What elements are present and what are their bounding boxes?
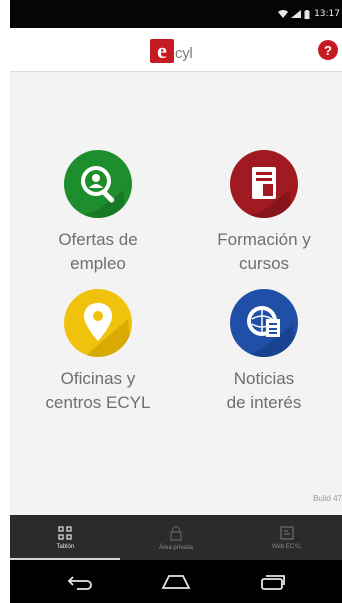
help-button[interactable]: ? — [318, 40, 338, 60]
tab-label: Tablón — [56, 543, 75, 550]
tab-area-privada[interactable]: Área privada — [121, 515, 232, 560]
back-button[interactable] — [60, 567, 100, 597]
tile-label: Formación y cursos — [217, 230, 311, 273]
battery-icon — [304, 9, 310, 19]
lock-icon — [170, 525, 182, 541]
home-button[interactable] — [156, 567, 196, 597]
app-bar: e cyl ? — [10, 28, 342, 72]
ecyl-logo: e cyl — [150, 38, 193, 64]
tab-label: Área privada — [158, 544, 194, 551]
system-nav-bar — [10, 560, 342, 603]
tile-formacion-cursos[interactable]: Formación y cursos — [184, 150, 342, 276]
tab-web-ecyl[interactable]: Web ECYL — [231, 515, 342, 560]
grid-icon — [58, 525, 72, 540]
web-icon — [280, 525, 294, 540]
tile-oficinas-centros[interactable]: Oficinas y centros ECYL — [18, 289, 178, 415]
back-icon — [67, 575, 92, 590]
tile-noticias-interes[interactable]: Noticias de interés — [184, 289, 342, 415]
status-icons — [278, 9, 310, 19]
build-label: Build 47 — [313, 494, 342, 503]
tile-ofertas-empleo[interactable]: Ofertas de empleo — [18, 150, 178, 276]
status-bar: 13:17 — [10, 0, 342, 28]
news-globe-icon — [230, 289, 298, 357]
tile-label: Oficinas y centros ECYL — [45, 369, 151, 412]
recents-button[interactable] — [252, 567, 292, 597]
training-document-icon — [230, 150, 298, 218]
job-search-icon — [64, 150, 132, 218]
wifi-icon — [278, 10, 289, 18]
logo-word: cyl — [175, 44, 193, 62]
tile-label: Ofertas de empleo — [58, 230, 138, 273]
tab-tablon[interactable]: Tablón — [10, 515, 121, 560]
status-time: 13:17 — [314, 9, 340, 19]
phone-screen: 13:17 e cyl ? Ofertas de empleo Formació… — [10, 0, 342, 603]
location-pin-icon — [64, 289, 132, 357]
recents-icon — [261, 574, 285, 590]
logo-mark: e — [150, 38, 174, 63]
bottom-tab-bar: Tablón Área privada Web ECYL — [10, 515, 342, 560]
home-icon — [161, 574, 191, 589]
tile-label: Noticias de interés — [226, 369, 302, 412]
signal-icon — [291, 10, 302, 18]
tab-label: Web ECYL — [271, 543, 302, 550]
